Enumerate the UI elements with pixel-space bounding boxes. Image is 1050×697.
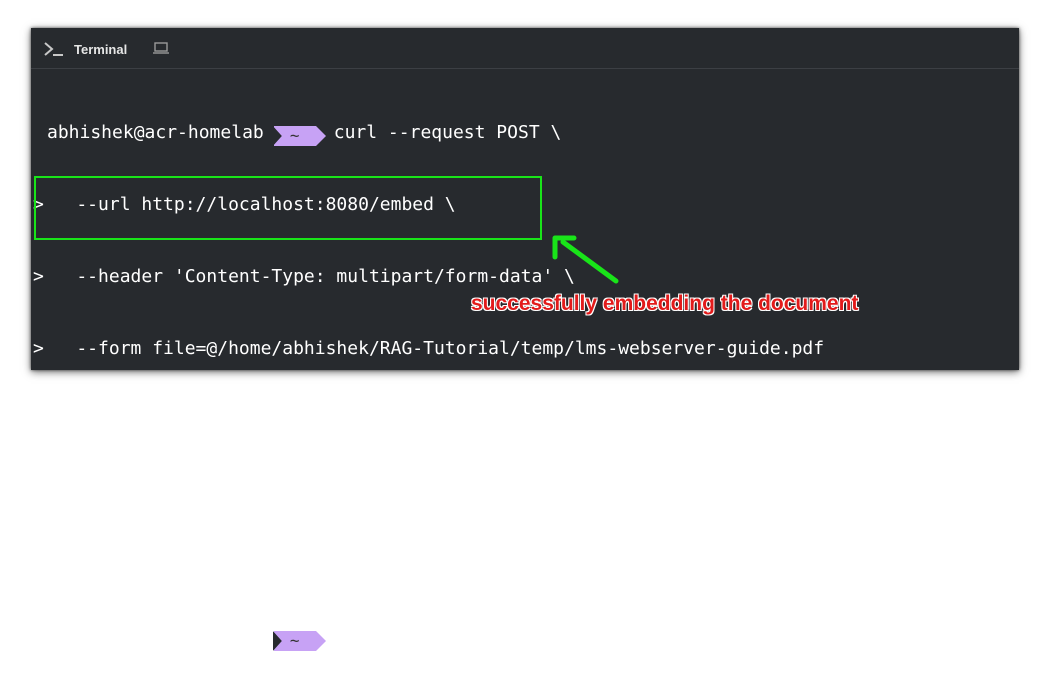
prompt-user: abhishek@acr-homelab: [47, 627, 264, 648]
prompt-line: abhishek@acr-homelab ~: [33, 625, 1013, 651]
tab-title[interactable]: Terminal: [74, 42, 127, 57]
annotation-text: successfully embedding the document: [471, 292, 859, 315]
prompt-dir-badge: ~: [273, 126, 326, 146]
laptop-icon[interactable]: [152, 41, 170, 55]
continuation-line: > --form file=@/home/abhishek/RAG-Tutori…: [33, 338, 825, 359]
text-cursor: [333, 625, 345, 647]
prompt-user: abhishek@acr-homelab: [47, 122, 264, 143]
terminal-output[interactable]: abhishek@acr-homelab ~ curl --request POST…: [33, 73, 1013, 697]
json-open-brace: {: [33, 410, 44, 431]
annotation-arrow: [552, 235, 619, 284]
prompt-dir-badge: ~: [273, 631, 326, 651]
json-close-brace: }: [33, 554, 44, 575]
highlight-box: [34, 176, 542, 240]
continuation-line: > --header 'Content-Type: multipart/form…: [33, 266, 575, 287]
terminal-prompt-icon: [44, 42, 63, 56]
json-message: "message": "File embedded successfully": [33, 482, 478, 503]
command-text: curl --request POST \: [333, 122, 562, 143]
title-bar: Terminal: [31, 28, 1019, 69]
prompt-line: abhishek@acr-homelab ~ curl --request POST…: [33, 121, 1013, 146]
